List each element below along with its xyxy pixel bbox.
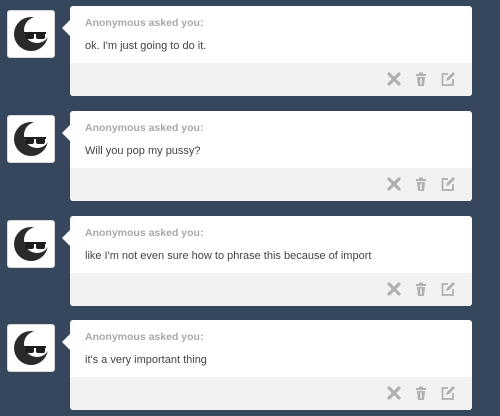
- avatar[interactable]: [7, 115, 55, 163]
- ask-card: Anonymous asked you: like I'm not even s…: [62, 216, 472, 306]
- asker-label: Anonymous asked you:: [85, 122, 204, 134]
- trash-icon[interactable]: [413, 281, 429, 297]
- edit-icon[interactable]: [440, 281, 456, 297]
- avatar[interactable]: [7, 220, 55, 268]
- trash-icon[interactable]: [413, 385, 429, 401]
- ask-card: Anonymous asked you: it's a very importa…: [62, 320, 472, 410]
- question-text: like I'm not even sure how to phrase thi…: [85, 250, 372, 262]
- trash-icon[interactable]: [413, 176, 429, 192]
- avatar[interactable]: [7, 10, 55, 58]
- question-text: ok. I'm just going to do it.: [85, 40, 207, 52]
- ask-actions: [70, 63, 472, 96]
- ask-message: Anonymous asked you: it's a very importa…: [0, 320, 500, 412]
- ask-message: Anonymous asked you: Will you pop my pus…: [0, 111, 500, 203]
- ask-message: Anonymous asked you: ok. I'm just going …: [0, 6, 500, 98]
- asker-label: Anonymous asked you:: [85, 17, 204, 29]
- edit-icon[interactable]: [440, 176, 456, 192]
- asker-label: Anonymous asked you:: [85, 331, 204, 343]
- ask-actions: [70, 168, 472, 201]
- delete-icon[interactable]: [386, 176, 402, 192]
- ask-message: Anonymous asked you: like I'm not even s…: [0, 216, 500, 308]
- trash-icon[interactable]: [413, 71, 429, 87]
- edit-icon[interactable]: [440, 71, 456, 87]
- edit-icon[interactable]: [440, 385, 456, 401]
- ask-card: Anonymous asked you: ok. I'm just going …: [62, 6, 472, 96]
- ask-actions: [70, 377, 472, 410]
- anonymous-avatar-icon: [14, 17, 50, 51]
- question-text: Will you pop my pussy?: [85, 145, 201, 157]
- anonymous-avatar-icon: [14, 331, 50, 365]
- question-text: it's a very important thing: [85, 354, 207, 366]
- delete-icon[interactable]: [386, 385, 402, 401]
- avatar[interactable]: [7, 324, 55, 372]
- anonymous-avatar-icon: [14, 122, 50, 156]
- anonymous-avatar-icon: [14, 227, 50, 261]
- delete-icon[interactable]: [386, 281, 402, 297]
- ask-actions: [70, 273, 472, 306]
- delete-icon[interactable]: [386, 71, 402, 87]
- ask-card: Anonymous asked you: Will you pop my pus…: [62, 111, 472, 201]
- asker-label: Anonymous asked you:: [85, 227, 204, 239]
